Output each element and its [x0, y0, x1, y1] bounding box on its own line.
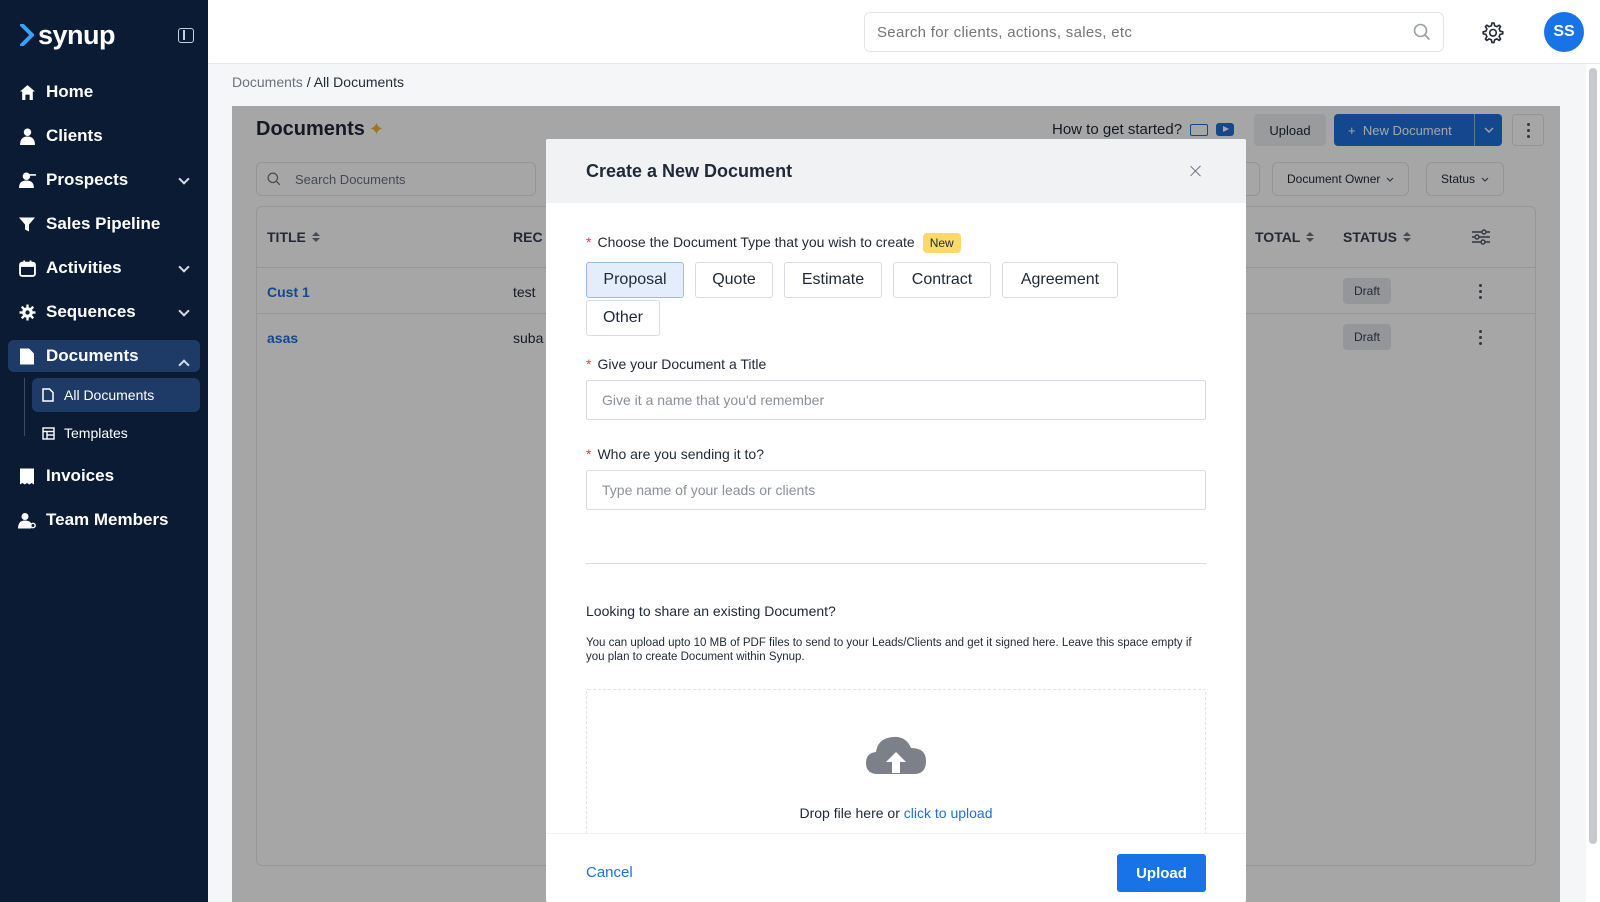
new-badge: New — [922, 233, 961, 253]
sidebar-item-home[interactable]: Home — [0, 70, 208, 114]
title-field-label: * Give your Document a Title — [586, 356, 766, 372]
sidebar-item-label: Documents — [46, 346, 139, 365]
logo-row: synup — [0, 0, 208, 70]
top-bar: SS — [208, 0, 1600, 64]
document-icon — [18, 347, 36, 365]
drop-instructions: Drop file here or click to upload — [587, 805, 1205, 821]
recipient-input[interactable] — [586, 470, 1206, 510]
sidebar-item-label: Sequences — [46, 302, 136, 321]
breadcrumb-separator: / — [302, 74, 314, 90]
user-avatar[interactable]: SS — [1544, 12, 1584, 52]
global-search — [864, 12, 1444, 52]
required-marker: * — [586, 234, 592, 250]
chevron-down-icon[interactable] — [178, 173, 190, 185]
sidebar-nav-lower: Invoices Team Members — [0, 454, 208, 542]
logo-text: synup — [38, 19, 116, 50]
sidebar-collapse-icon[interactable] — [178, 28, 194, 43]
sidebar-item-sequences[interactable]: Sequences — [0, 290, 208, 334]
sidebar-item-sales-pipeline[interactable]: Sales Pipeline — [0, 202, 208, 246]
document-title-input[interactable] — [586, 380, 1206, 420]
recipient-field-label-text: Who are you sending it to? — [597, 446, 764, 462]
recipient-field-label: * Who are you sending it to? — [586, 446, 764, 462]
document-type-label-text: Choose the Document Type that you wish t… — [597, 234, 915, 250]
breadcrumb-current: All Documents — [313, 74, 404, 90]
sidebar-item-templates[interactable]: Templates — [32, 416, 200, 450]
logo-chevron-icon — [20, 24, 34, 46]
calendar-icon — [18, 259, 36, 277]
person-icon — [18, 127, 36, 145]
breadcrumb: Documents / All Documents — [232, 74, 404, 90]
sidebar-item-label: Prospects — [46, 170, 129, 189]
type-option-other[interactable]: Other — [586, 300, 660, 336]
title-field-label-text: Give your Document a Title — [597, 356, 767, 372]
cancel-button[interactable]: Cancel — [586, 864, 633, 881]
sidebar-item-team-members[interactable]: Team Members — [0, 498, 208, 542]
file-dropzone[interactable]: Drop file here or click to upload — [586, 689, 1206, 849]
scrollbar-thumb[interactable] — [1589, 68, 1597, 844]
synup-logo[interactable]: synup — [20, 19, 116, 51]
share-existing-description: You can upload upto 10 MB of PDF files t… — [586, 637, 1192, 663]
gear-icon[interactable] — [1481, 21, 1505, 45]
team-icon — [18, 511, 36, 529]
sidebar-item-all-documents[interactable]: All Documents — [32, 378, 200, 412]
home-icon — [18, 83, 36, 101]
required-marker: * — [586, 446, 592, 462]
sidebar-nav: Home Clients Prospects Sales Pipeline Ac… — [0, 70, 208, 372]
section-divider — [586, 563, 1206, 564]
sidebar-item-label: Home — [46, 82, 94, 101]
documents-subnav: All Documents Templates — [24, 378, 208, 450]
sidebar-item-label: Invoices — [46, 466, 115, 485]
template-icon — [42, 426, 56, 440]
sidebar: synup Home Clients Prospects Sales Pipel… — [0, 0, 208, 902]
sidebar-item-documents[interactable]: Documents — [8, 340, 200, 372]
sidebar-item-label: Activities — [46, 258, 122, 277]
invoice-icon — [18, 467, 36, 485]
type-option-proposal[interactable]: Proposal — [586, 262, 684, 298]
global-search-input[interactable] — [877, 23, 1413, 41]
sidebar-item-activities[interactable]: Activities — [0, 246, 208, 290]
close-icon[interactable] — [1190, 165, 1202, 177]
required-marker: * — [586, 356, 592, 372]
sidebar-item-invoices[interactable]: Invoices — [0, 454, 208, 498]
page-scrollbar[interactable] — [1586, 64, 1600, 902]
sidebar-item-label: Clients — [46, 126, 103, 145]
modal-header: Create a New Document — [546, 139, 1246, 203]
click-to-upload-link[interactable]: click to upload — [904, 805, 993, 821]
type-option-contract[interactable]: Contract — [893, 262, 991, 298]
sidebar-item-clients[interactable]: Clients — [0, 114, 208, 158]
sequences-icon — [18, 303, 36, 321]
modal-title: Create a New Document — [586, 160, 793, 181]
type-option-estimate[interactable]: Estimate — [784, 262, 882, 298]
search-icon[interactable] — [1413, 23, 1431, 41]
chevron-up-icon[interactable] — [178, 359, 190, 371]
sidebar-subitem-label: Templates — [64, 425, 128, 441]
create-document-modal: Create a New Document * Choose the Docume… — [546, 139, 1246, 902]
file-icon — [42, 388, 56, 402]
prospects-icon — [18, 171, 36, 189]
sidebar-item-label: Sales Pipeline — [46, 214, 161, 233]
drop-text: Drop file here or — [799, 805, 904, 821]
upload-submit-button[interactable]: Upload — [1117, 854, 1206, 892]
type-option-agreement[interactable]: Agreement — [1002, 262, 1118, 298]
chevron-down-icon[interactable] — [178, 261, 190, 273]
breadcrumb-documents-link[interactable]: Documents — [232, 74, 303, 90]
funnel-icon — [18, 215, 36, 233]
sidebar-item-prospects[interactable]: Prospects — [0, 158, 208, 202]
cloud-upload-icon — [866, 736, 926, 774]
modal-footer: Cancel Upload — [546, 833, 1246, 902]
sidebar-item-label: Team Members — [46, 510, 169, 529]
document-type-label: * Choose the Document Type that you wish … — [586, 233, 961, 253]
sidebar-subitem-label: All Documents — [64, 387, 155, 403]
share-existing-title: Looking to share an existing Document? — [586, 603, 836, 619]
chevron-down-icon[interactable] — [178, 305, 190, 317]
type-option-quote[interactable]: Quote — [695, 262, 773, 298]
